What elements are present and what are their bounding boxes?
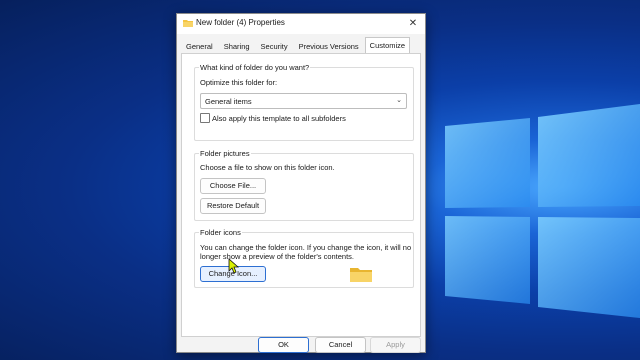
cancel-button[interactable]: Cancel (315, 337, 366, 353)
folder-type-heading: What kind of folder do you want? (199, 63, 311, 72)
folder-pictures-description: Choose a file to show on this folder ico… (200, 163, 335, 172)
tab-sharing[interactable]: Sharing (219, 39, 255, 54)
optimize-dropdown[interactable]: General items ⌄ (200, 93, 407, 109)
mouse-cursor-icon (228, 258, 240, 274)
ok-button[interactable]: OK (258, 337, 309, 353)
chevron-down-icon: ⌄ (396, 97, 402, 104)
subfolders-label[interactable]: Also apply this template to all subfolde… (212, 114, 346, 123)
dialog-footer: OK Cancel Apply (177, 337, 425, 353)
folder-type-group: What kind of folder do you want? Optimiz… (194, 63, 414, 141)
folder-icon (350, 268, 372, 282)
restore-default-button[interactable]: Restore Default (200, 198, 266, 214)
folder-pictures-group: Folder pictures Choose a file to show on… (194, 149, 414, 221)
tab-customize[interactable]: Customize (364, 37, 411, 53)
folder-icon (183, 20, 193, 27)
folder-icons-heading: Folder icons (199, 228, 242, 237)
tab-general[interactable]: General (181, 39, 218, 54)
properties-dialog: New folder (4) Properties ✕ General Shar… (176, 13, 426, 353)
folder-icons-description-line2: longer show a preview of the folder's co… (200, 252, 355, 261)
customize-panel: What kind of folder do you want? Optimiz… (181, 53, 421, 337)
close-button[interactable]: ✕ (406, 17, 420, 31)
tab-bar: General Sharing Security Previous Versio… (181, 37, 411, 54)
apply-button[interactable]: Apply (370, 337, 421, 353)
folder-icons-group: Folder icons You can change the folder i… (194, 228, 414, 288)
optimize-label: Optimize this folder for: (200, 78, 278, 87)
tab-security[interactable]: Security (256, 39, 293, 54)
dialog-title: New folder (4) Properties (196, 18, 285, 27)
close-icon: ✕ (408, 18, 418, 29)
folder-pictures-heading: Folder pictures (199, 149, 251, 158)
subfolders-checkbox[interactable] (200, 113, 210, 123)
choose-file-button[interactable]: Choose File... (200, 178, 266, 194)
title-bar: New folder (4) Properties ✕ (177, 14, 425, 34)
optimize-selected-value: General items (205, 97, 252, 106)
folder-icons-description-line1: You can change the folder icon. If you c… (200, 243, 412, 252)
tab-previous-versions[interactable]: Previous Versions (294, 39, 364, 54)
